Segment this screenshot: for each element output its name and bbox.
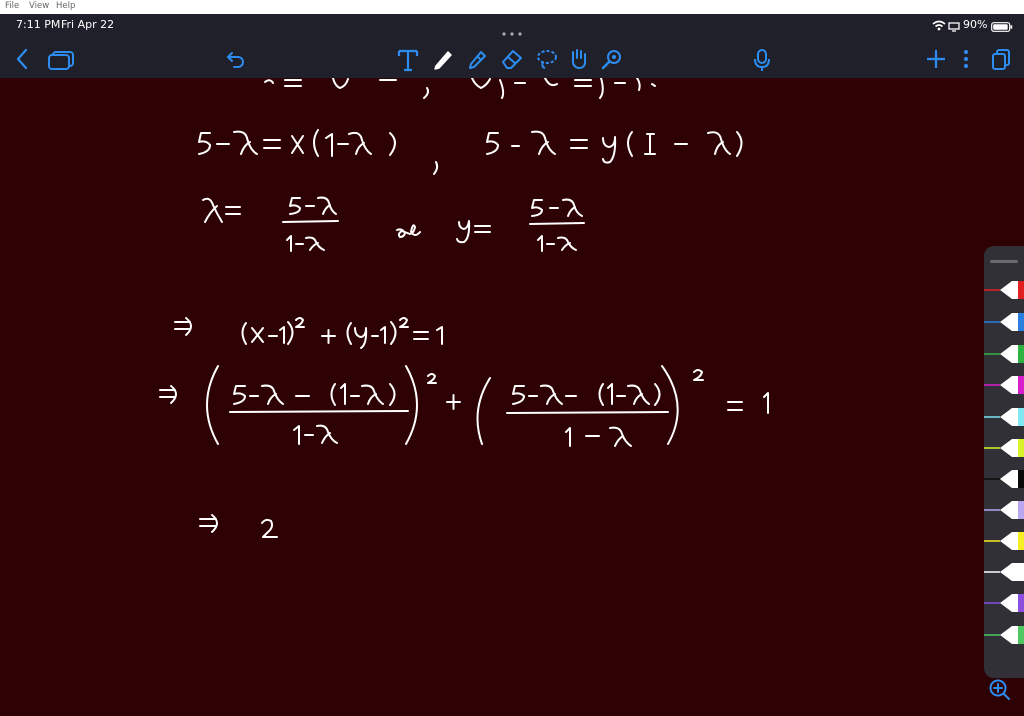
page-view-icon[interactable]: [991, 48, 1011, 75]
eraser-icon[interactable]: [500, 48, 524, 75]
pen-tool-icon[interactable]: [432, 48, 454, 75]
undo-icon[interactable]: [225, 48, 247, 75]
menu-bar: File View Help: [0, 0, 1024, 15]
pen-color-7[interactable]: [984, 467, 1024, 491]
pages-icon[interactable]: [47, 49, 75, 76]
pen-color-6[interactable]: [984, 436, 1024, 460]
pen-color-11[interactable]: [984, 591, 1024, 615]
multitask-dots-icon[interactable]: [502, 23, 522, 41]
pen-color-2[interactable]: [984, 310, 1024, 334]
battery-icon: [991, 19, 1013, 37]
note-canvas[interactable]: [0, 78, 1024, 716]
ink-line-1: [264, 78, 656, 99]
add-icon[interactable]: [925, 48, 947, 75]
pen-color-1[interactable]: [984, 278, 1024, 302]
ink-line-4: [174, 317, 443, 349]
screen-mirror-icon: [948, 19, 960, 37]
image-tool-icon[interactable]: [567, 47, 591, 76]
status-time: 7:11 PM: [16, 18, 61, 31]
menu-file[interactable]: File: [5, 1, 19, 11]
status-date: Fri Apr 22: [61, 18, 115, 31]
pen-color-10[interactable]: [984, 560, 1024, 584]
more-icon[interactable]: [962, 48, 970, 75]
ink-line-6: [199, 514, 278, 538]
ink-line-2: [198, 129, 743, 175]
pen-palette: [984, 246, 1024, 678]
pen-color-9[interactable]: [984, 529, 1024, 553]
pen-color-3[interactable]: [984, 342, 1024, 366]
handwriting-ink: [159, 78, 769, 538]
highlighter-icon[interactable]: [466, 48, 488, 75]
ink-line-3: [202, 196, 585, 252]
app-toolbar: 7:11 PM Fri Apr 22 90%: [0, 14, 1024, 78]
wifi-icon: [932, 18, 946, 36]
battery-percent: 90%: [963, 18, 988, 31]
pen-color-4[interactable]: [984, 373, 1024, 397]
text-tool-icon[interactable]: [397, 48, 419, 77]
pen-color-5[interactable]: [984, 405, 1024, 429]
pen-color-12[interactable]: [984, 623, 1024, 647]
lasso-icon[interactable]: [535, 48, 559, 75]
zoom-icon[interactable]: [987, 677, 1013, 708]
microphone-icon[interactable]: [753, 48, 771, 77]
back-icon[interactable]: [15, 48, 29, 75]
pen-color-8[interactable]: [984, 498, 1024, 522]
ink-line-5: [159, 365, 769, 447]
menu-help[interactable]: Help: [56, 1, 75, 11]
menu-view[interactable]: View: [29, 1, 49, 11]
laser-pointer-icon[interactable]: [600, 47, 624, 76]
